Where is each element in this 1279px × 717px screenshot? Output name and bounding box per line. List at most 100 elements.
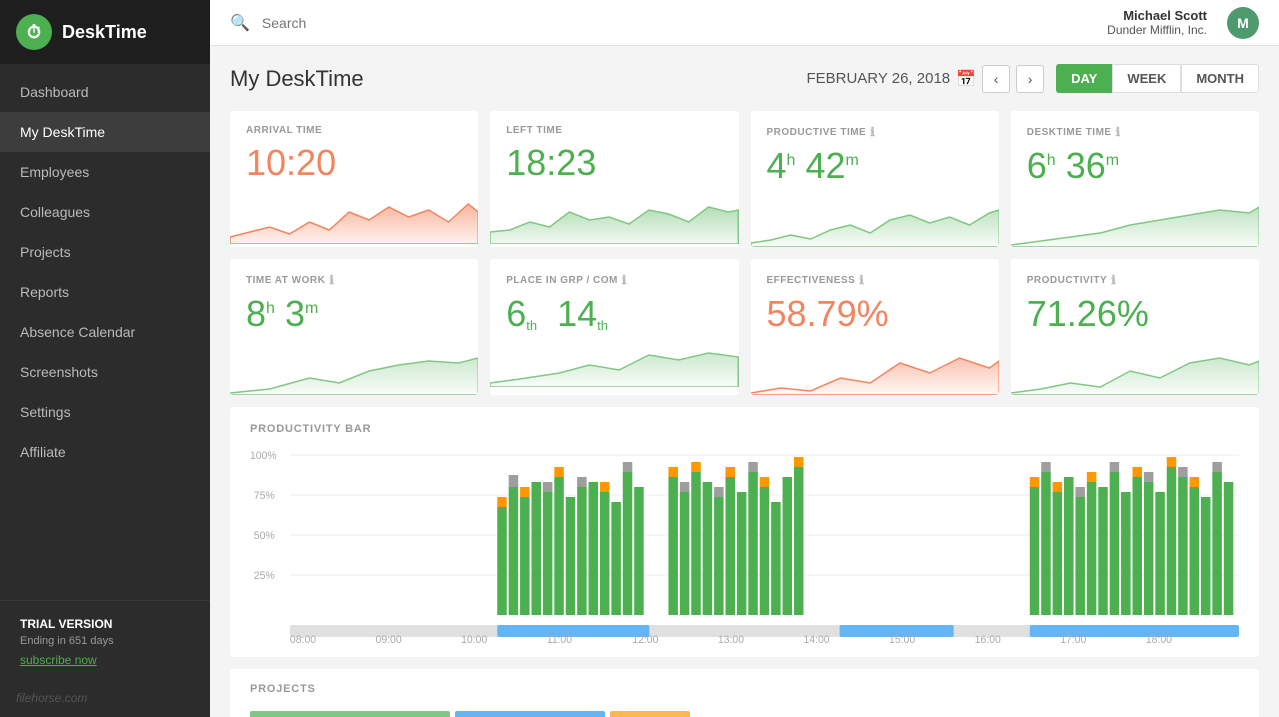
productive-time-value: 4h 42m (767, 145, 983, 187)
period-day-button[interactable]: DAY (1056, 64, 1112, 93)
left-time-label: LEFT TIME (506, 125, 722, 136)
desktime-time-value: 6h 36m (1027, 145, 1243, 187)
stats-row-1: ARRIVAL TIME 10:20 (230, 111, 1259, 247)
sidebar-item-settings[interactable]: Settings (0, 392, 210, 432)
svg-text:17:00: 17:00 (1060, 634, 1086, 646)
reports-label: Reports (20, 284, 69, 300)
svg-text:25%: 25% (254, 570, 275, 582)
svg-text:09:00: 09:00 (376, 634, 402, 646)
sidebar-item-reports[interactable]: Reports (0, 272, 210, 312)
sidebar-item-absence-calendar[interactable]: Absence Calendar (0, 312, 210, 352)
settings-label: Settings (20, 404, 71, 420)
productive-time-chart (751, 195, 999, 247)
com-value: 14th (557, 293, 608, 335)
search-input[interactable] (262, 15, 1095, 31)
time-at-work-chart (230, 343, 478, 395)
sidebar-item-my-desktime[interactable]: My DeskTime (0, 112, 210, 152)
next-date-button[interactable]: › (1016, 65, 1044, 93)
svg-text:75%: 75% (254, 490, 275, 502)
trial-section: TRIAL VERSION Ending in 651 days subscri… (0, 600, 210, 683)
sidebar-item-affiliate[interactable]: Affiliate (0, 432, 210, 472)
left-time-value: 18:23 (506, 142, 722, 184)
svg-text:100%: 100% (250, 450, 277, 462)
sidebar: ⏱ DeskTime Dashboard My DeskTime Employe… (0, 0, 210, 717)
sidebar-item-employees[interactable]: Employees (0, 152, 210, 192)
productivity-info-icon: ℹ (1111, 273, 1116, 287)
time-at-work-label: TIME AT WORK ℹ (246, 273, 462, 287)
productivity-bar-title: PRODUCTIVITY BAR (250, 423, 1239, 435)
svg-text:18:00: 18:00 (1146, 634, 1172, 646)
productivity-bar-section: PRODUCTIVITY BAR 100% 75% 50% 25% (230, 407, 1259, 657)
period-month-button[interactable]: MONTH (1181, 64, 1259, 93)
user-name: Michael Scott (1107, 8, 1207, 23)
svg-text:10:00: 10:00 (461, 634, 487, 646)
time-at-work-card: TIME AT WORK ℹ 8h 3m (230, 259, 478, 395)
app-name: DeskTime (62, 22, 147, 43)
user-company: Dunder Mifflin, Inc. (1107, 23, 1207, 37)
grp-value: 6th (506, 293, 537, 335)
productivity-bar-svg: 100% 75% 50% 25% (250, 447, 1239, 647)
place-in-grp-info-icon: ℹ (622, 273, 627, 287)
svg-text:08:00: 08:00 (290, 634, 316, 646)
avatar: M (1227, 7, 1259, 39)
sidebar-nav: Dashboard My DeskTime Employees Colleagu… (0, 64, 210, 600)
trial-label: TRIAL VERSION (20, 617, 190, 631)
watermark: filehorse.com (0, 683, 210, 717)
topbar: 🔍 Michael Scott Dunder Mifflin, Inc. M (210, 0, 1279, 46)
trial-sub: Ending in 651 days (20, 635, 190, 647)
svg-text:11:00: 11:00 (547, 634, 572, 646)
prev-date-button[interactable]: ‹ (982, 65, 1010, 93)
calendar-icon[interactable]: 📅 (956, 69, 976, 89)
left-time-chart (490, 192, 738, 244)
desktime-time-info-icon: ℹ (1116, 125, 1121, 139)
subscribe-link[interactable]: subscribe now (20, 653, 97, 667)
effectiveness-chart (751, 343, 999, 395)
sidebar-item-projects[interactable]: Projects (0, 232, 210, 272)
left-time-card: LEFT TIME 18:23 (490, 111, 738, 247)
effectiveness-value: 58.79% (767, 293, 983, 335)
sidebar-item-colleagues[interactable]: Colleagues (0, 192, 210, 232)
arrival-time-value: 10:20 (246, 142, 462, 184)
dashboard-label: Dashboard (20, 84, 89, 100)
svg-text:14:00: 14:00 (803, 634, 829, 646)
arrival-time-chart (230, 192, 478, 244)
sidebar-item-dashboard[interactable]: Dashboard (0, 72, 210, 112)
date-label: FEBRUARY 26, 2018 (806, 70, 950, 87)
place-in-grp-chart (490, 335, 738, 387)
sidebar-item-screenshots[interactable]: Screenshots (0, 352, 210, 392)
period-week-button[interactable]: WEEK (1112, 64, 1181, 93)
place-in-grp-value: 6th 14th (506, 293, 722, 335)
productivity-label: PRODUCTIVITY ℹ (1027, 273, 1243, 287)
projects-label: Projects (20, 244, 71, 260)
productivity-card: PRODUCTIVITY ℹ 71.26% (1011, 259, 1259, 395)
desktime-time-chart (1011, 195, 1259, 247)
period-buttons: DAY WEEK MONTH (1056, 64, 1259, 93)
my-desktime-label: My DeskTime (20, 124, 105, 140)
effectiveness-info-icon: ℹ (859, 273, 864, 287)
screenshots-label: Screenshots (20, 364, 98, 380)
time-at-work-info-icon: ℹ (329, 273, 334, 287)
effectiveness-card: EFFECTIVENESS ℹ 58.79% (751, 259, 999, 395)
colleagues-label: Colleagues (20, 204, 90, 220)
svg-text:13:00: 13:00 (718, 634, 744, 646)
time-at-work-value: 8h 3m (246, 293, 462, 335)
content-area: My DeskTime FEBRUARY 26, 2018 📅 ‹ › DAY … (210, 46, 1279, 717)
employees-label: Employees (20, 164, 89, 180)
productive-time-label: PRODUCTIVE TIME ℹ (767, 125, 983, 139)
productivity-value: 71.26% (1027, 293, 1243, 335)
svg-text:12:00: 12:00 (632, 634, 658, 646)
main-content: 🔍 Michael Scott Dunder Mifflin, Inc. M M… (210, 0, 1279, 717)
user-info: Michael Scott Dunder Mifflin, Inc. (1107, 8, 1207, 37)
date-nav: FEBRUARY 26, 2018 📅 ‹ › (806, 65, 1044, 93)
projects-title: PROJECTS (250, 683, 1239, 695)
stats-row-2: TIME AT WORK ℹ 8h 3m (230, 259, 1259, 395)
productivity-chart (1011, 343, 1259, 395)
absence-calendar-label: Absence Calendar (20, 324, 135, 340)
place-in-grp-label: PLACE IN GRP / COM ℹ (506, 273, 722, 287)
svg-text:50%: 50% (254, 530, 275, 542)
app-logo: ⏱ DeskTime (0, 0, 210, 64)
affiliate-label: Affiliate (20, 444, 66, 460)
desktime-time-label: DESKTIME TIME ℹ (1027, 125, 1243, 139)
logo-icon: ⏱ (16, 14, 52, 50)
page-header: My DeskTime FEBRUARY 26, 2018 📅 ‹ › DAY … (230, 64, 1259, 93)
